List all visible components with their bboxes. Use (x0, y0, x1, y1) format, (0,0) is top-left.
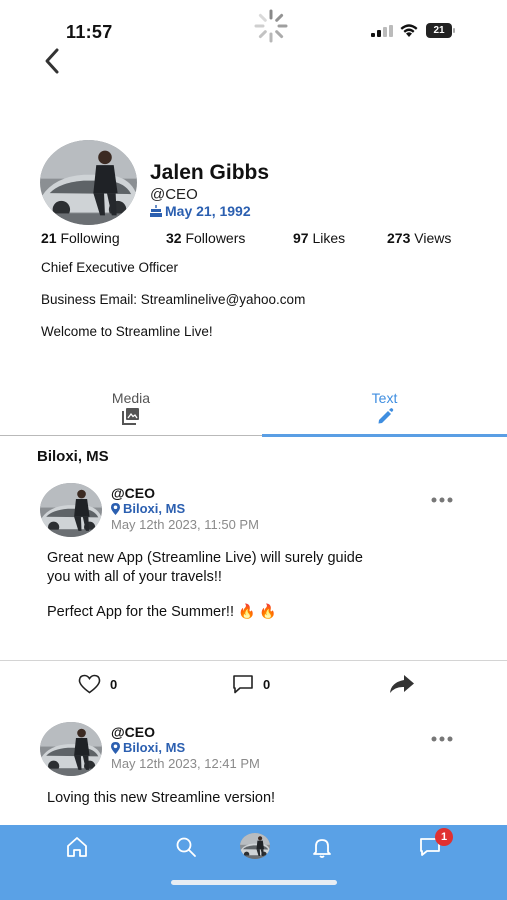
bottom-nav (0, 825, 507, 900)
location-pin-icon (111, 502, 120, 515)
bio-welcome: Welcome to Streamline Live! (41, 324, 213, 339)
stat-following[interactable]: 21 Following (41, 230, 120, 246)
post-text-line: you with all of your travels!! (47, 569, 222, 585)
home-icon[interactable] (65, 835, 89, 859)
profile-avatar[interactable] (40, 140, 137, 225)
wifi-icon (400, 24, 418, 37)
status-bar: 11:57 21 (0, 0, 507, 58)
location-pin-icon (111, 741, 120, 754)
loading-spinner-icon (254, 9, 288, 43)
search-icon[interactable] (174, 835, 198, 859)
profile-name: Jalen Gibbs (150, 161, 270, 184)
post-divider (0, 660, 507, 661)
birthday-text: May 21, 1992 (165, 203, 251, 219)
notification-badge: 1 (435, 828, 453, 846)
like-button[interactable]: 0 (78, 672, 117, 696)
battery-icon: 21 (426, 23, 456, 38)
like-count: 0 (110, 676, 118, 692)
more-options-icon[interactable] (430, 496, 454, 504)
battery-level: 21 (426, 23, 452, 38)
stat-followers[interactable]: 32 Followers (166, 230, 245, 246)
profile-birthday: May 21, 1992 (150, 203, 251, 219)
pencil-icon (378, 408, 393, 424)
home-indicator (171, 880, 337, 885)
post-location[interactable]: Biloxi, MS (111, 740, 185, 755)
stat-label: Views (414, 230, 452, 246)
bio-title: Chief Executive Officer (41, 260, 179, 275)
stat-count: 97 (293, 230, 309, 246)
tab-media[interactable]: Media (0, 385, 262, 437)
more-options-icon[interactable] (430, 735, 454, 743)
post-timestamp: May 12th 2023, 11:50 PM (111, 517, 259, 532)
heart-icon (78, 674, 101, 694)
profile-handle: @CEO (150, 186, 198, 203)
post-text-line: Perfect App for the Summer!! 🔥 🔥 (47, 602, 277, 622)
location-header: Biloxi, MS (37, 448, 109, 465)
image-icon (122, 408, 139, 425)
stat-views[interactable]: 273 Views (387, 230, 451, 246)
fire-emoji: 🔥 🔥 (238, 603, 277, 619)
battery-tip (453, 28, 455, 33)
bio-email: Business Email: Streamlinelive@yahoo.com (41, 292, 306, 307)
post-handle[interactable]: @CEO (111, 485, 155, 501)
post-handle[interactable]: @CEO (111, 724, 155, 740)
stat-count: 21 (41, 230, 57, 246)
post-text-line: Loving this new Streamline version! (47, 790, 276, 806)
share-button[interactable] (389, 672, 415, 696)
stat-label: Following (60, 230, 120, 246)
post-location-text: Biloxi, MS (123, 740, 186, 755)
post-timestamp: May 12th 2023, 12:41 PM (111, 756, 260, 771)
stat-label: Followers (185, 230, 246, 246)
cellular-signal-icon (371, 25, 393, 37)
post-text-content: Perfect App for the Summer!! (47, 604, 234, 620)
bell-icon[interactable] (310, 835, 334, 859)
post-text-line: Great new App (Streamline Live) will sur… (47, 550, 363, 566)
stat-count: 32 (166, 230, 182, 246)
tab-text[interactable]: Text (262, 385, 507, 437)
share-arrow-icon (390, 675, 414, 693)
profile-tabs: Media Text (0, 385, 507, 437)
stat-likes[interactable]: 97 Likes (293, 230, 345, 246)
comment-button[interactable]: 0 (232, 672, 270, 696)
tab-text-label: Text (371, 390, 398, 406)
stat-label: Likes (312, 230, 346, 246)
profile-stats: 21 Following 32 Followers 97 Likes 273 V… (0, 230, 507, 250)
active-tab-indicator (262, 434, 507, 437)
stat-count: 273 (387, 230, 411, 246)
back-button[interactable] (40, 46, 66, 76)
post-avatar[interactable] (40, 483, 102, 537)
post-location-text: Biloxi, MS (123, 501, 186, 516)
comment-count: 0 (263, 676, 271, 692)
cake-icon (150, 205, 162, 217)
tab-media-label: Media (111, 390, 151, 406)
comment-icon (233, 675, 253, 694)
nav-profile-avatar[interactable] (240, 833, 270, 859)
post-avatar[interactable] (40, 722, 102, 776)
status-time: 11:57 (66, 22, 113, 42)
post-location[interactable]: Biloxi, MS (111, 501, 185, 516)
